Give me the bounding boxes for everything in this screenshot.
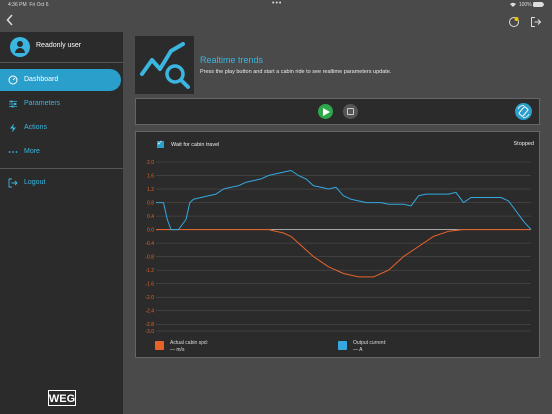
avatar (10, 37, 30, 57)
y-tick-label: -0.8 (145, 254, 154, 260)
y-tick-label: 0.4 (147, 214, 154, 220)
sidebar-item-parameters[interactable]: Parameters (0, 93, 121, 115)
page-subtitle: Press the play button and start a cabin … (200, 69, 392, 75)
page-title: Realtime trends (200, 55, 264, 65)
sidebar-item-label: Parameters (24, 100, 61, 107)
legend-swatch (155, 341, 164, 350)
legend-value: — m/s (170, 347, 185, 353)
sliders-icon (8, 99, 18, 109)
trends-icon (135, 36, 194, 94)
sidebar-item-label: Dashboard (24, 76, 59, 83)
play-button[interactable] (318, 104, 333, 119)
logout-icon (8, 178, 18, 188)
battery-status: 100% (509, 2, 544, 8)
sidebar-item-label: Actions (24, 124, 47, 131)
y-tick-label: 0.8 (147, 200, 154, 206)
cabin-speed-line (156, 229, 531, 278)
y-tick-label: 1.2 (147, 187, 154, 193)
legend-value: — A (353, 347, 363, 353)
y-tick-label: -0.4 (145, 241, 154, 247)
divider (0, 62, 123, 63)
sidebar-item-logout[interactable]: Logout (0, 172, 121, 194)
top-bar (0, 10, 552, 32)
user-name: Readonly user (36, 42, 82, 49)
rotate-icon (517, 105, 530, 118)
svg-text:WEG: WEG (49, 393, 75, 405)
status-bar: 4:36 PM Fri Oct 6 ••• 100% (0, 0, 552, 10)
status-time: 4:36 PM Fri Oct 6 (8, 2, 49, 8)
y-tick-label: -3.0 (145, 329, 154, 335)
output-current-line (156, 170, 532, 231)
sidebar-item-label: Logout (24, 179, 46, 186)
y-tick-label: 2.0 (147, 160, 154, 166)
wifi-icon (510, 2, 517, 8)
playback-controls (135, 98, 540, 125)
y-tick-label: 1.6 (147, 173, 154, 179)
dashboard-icon (8, 75, 18, 85)
notification-icon[interactable] (508, 15, 520, 27)
sidebar-item-more[interactable]: More (0, 141, 121, 163)
legend-label: Output current: (353, 340, 387, 346)
stop-button[interactable] (343, 104, 358, 119)
sidebar: Readonly user Dashboard Parameters Actio… (0, 32, 123, 414)
back-icon[interactable] (6, 14, 16, 28)
divider (0, 168, 123, 169)
y-tick-label: -2.4 (145, 309, 154, 315)
sidebar-item-dashboard[interactable]: Dashboard (0, 69, 121, 91)
y-tick-label: -1.2 (145, 268, 154, 274)
legend-label: Actual cabin spd: (170, 340, 209, 346)
exit-icon[interactable] (530, 15, 542, 27)
user-profile[interactable]: Readonly user (8, 37, 118, 59)
rotate-button[interactable] (515, 103, 532, 120)
y-tick-label: -2.0 (145, 295, 154, 301)
y-tick-label: -1.6 (145, 281, 154, 287)
trend-chart: 2.0 1.6 1.2 0.8 0.4 0.0 -0.4 -0.8 -1.2 -1.6 -2.0 -2… (145, 160, 532, 335)
y-tick-label: 0.0 (147, 227, 154, 233)
weg-logo: WEG (48, 390, 76, 406)
legend-swatch (338, 341, 347, 350)
lightning-icon (8, 123, 18, 133)
battery-icon (533, 2, 544, 8)
y-tick-label: -2.8 (145, 322, 154, 328)
sidebar-item-label: More (24, 148, 40, 155)
more-dots-icon (8, 147, 18, 157)
multitask-dots[interactable]: ••• (272, 0, 282, 7)
sidebar-item-actions[interactable]: Actions (0, 117, 121, 139)
chart-panel: Wait for cabin travel Stopped 2.01.61.20… (135, 131, 540, 358)
